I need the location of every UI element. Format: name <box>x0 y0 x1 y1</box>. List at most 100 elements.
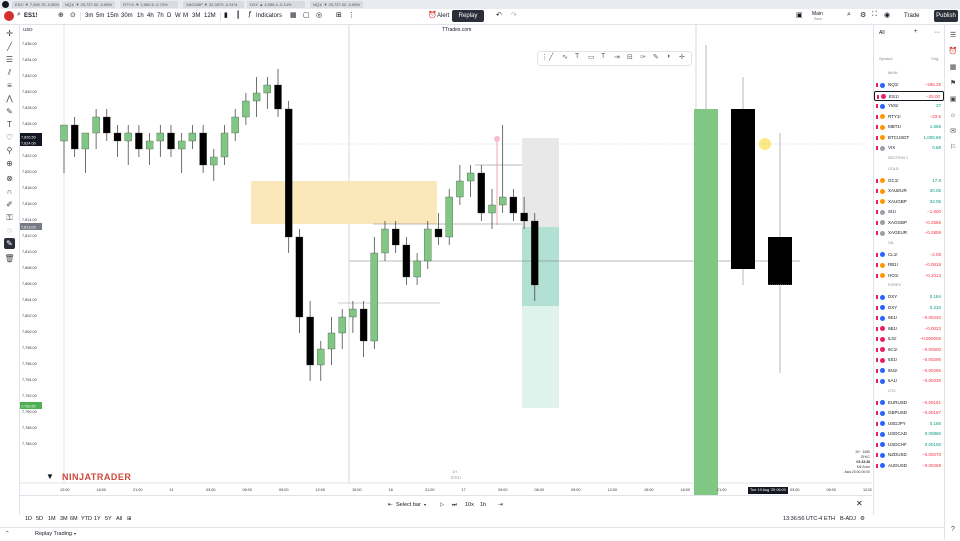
notifications-icon[interactable]: ⚐ <box>948 143 958 153</box>
watchlist-row[interactable]: USDJPY 0.166 <box>874 419 944 429</box>
watchlist-row[interactable]: MBT1! 1,665 <box>874 122 944 132</box>
text-icon[interactable]: T <box>4 119 15 130</box>
watchlist-row[interactable]: HO1! −0.2013 <box>874 271 944 281</box>
watchlist-row[interactable]: ES1! −25.00 <box>874 90 944 101</box>
tab-2[interactable]: RTY1! ▼ 2,560.6 -0.74% <box>120 1 178 8</box>
flag-icon[interactable] <box>876 104 878 108</box>
range-1m[interactable]: 1M <box>48 514 56 524</box>
flag-icon[interactable] <box>876 263 878 267</box>
watchlist-row[interactable]: XAGGBP −0.2565 <box>874 218 944 228</box>
watchlist-row[interactable]: 6S1! −0.00295 <box>874 355 944 365</box>
flag-icon[interactable] <box>876 337 878 341</box>
zoom-icon[interactable]: ⊕ <box>4 158 15 169</box>
templates-icon[interactable]: ▦ <box>290 11 297 19</box>
chart-canvas[interactable]: 7,836.00 7,834.00 7,832.00 7,830.00 7,828.00… <box>20 25 872 495</box>
bar-chart-type-icon[interactable]: ▮ <box>224 11 228 19</box>
data-window-icon[interactable]: ▦ <box>948 63 958 73</box>
replay-speed[interactable]: 10x <box>465 500 474 510</box>
stay-drawing-icon[interactable]: ✐ <box>4 199 15 210</box>
adjustment-toggle[interactable]: B-ADJ <box>840 514 856 524</box>
flag-icon[interactable] <box>876 146 878 150</box>
ruler-tool-icon[interactable]: ⊟ <box>627 53 633 61</box>
watchlist-row[interactable]: EURUSD −0.00181 <box>874 398 944 408</box>
watchlist-row[interactable]: NQ1! −265.25 <box>874 80 944 90</box>
flag-icon[interactable] <box>876 295 878 299</box>
line-tool-icon[interactable]: ╱ <box>549 53 553 61</box>
undo-icon[interactable]: ↶ <box>496 11 502 19</box>
settings-icon[interactable]: ⚙ <box>860 11 866 19</box>
layout-save[interactable]: Save <box>814 15 822 24</box>
interval-m[interactable]: M <box>183 12 188 21</box>
session-type[interactable]: ETH <box>824 514 835 524</box>
flag-icon[interactable] <box>876 252 878 257</box>
interval-15m[interactable]: 15m <box>107 12 119 21</box>
watchlist-row[interactable]: RB1! −0.0818 <box>874 260 944 270</box>
replay-interval[interactable]: 1h <box>480 500 486 510</box>
tab-1[interactable]: NQ1! ▼ 25,727.00 -0.86% <box>62 1 115 8</box>
range-3m[interactable]: 3M <box>60 514 68 524</box>
range-1d[interactable]: 1D <box>25 514 32 524</box>
measure-icon[interactable]: ⚲ <box>4 145 15 156</box>
heart-icon[interactable]: ♡ <box>4 132 15 143</box>
watchlist-row[interactable]: XAUGBP 32.05 <box>874 197 944 207</box>
flag-icon[interactable] <box>876 305 878 310</box>
interval-1h[interactable]: 1h <box>137 12 144 21</box>
watchlist-row[interactable]: RTY1! −23.6 <box>874 112 944 122</box>
trade-button[interactable]: Trade <box>904 12 919 21</box>
brush-icon[interactable]: ✎ <box>4 106 15 117</box>
range-ytd[interactable]: YTD <box>81 514 92 524</box>
compare-overlay-icon[interactable]: ◎ <box>316 11 322 19</box>
text-tool-icon[interactable]: T <box>575 53 579 60</box>
hide-icon[interactable]: ◌ <box>4 225 15 236</box>
jump-to-realtime-icon[interactable]: ⇥ <box>498 500 503 510</box>
watchlist-row[interactable]: 6B1! −0.0023 <box>874 324 944 334</box>
trend-line-icon[interactable]: ╱ <box>4 41 15 52</box>
curve-tool-icon[interactable]: ∿ <box>562 53 568 61</box>
add-symbol-icon[interactable]: ⊕ <box>58 11 64 19</box>
watchlist-add-icon[interactable]: + <box>914 29 918 35</box>
candle-type-icon[interactable]: ┃ <box>236 11 240 19</box>
flag-icon[interactable] <box>876 114 878 119</box>
replay-button[interactable]: Replay <box>452 10 484 22</box>
crosshair-icon[interactable]: ✛ <box>4 28 15 39</box>
alerts-icon[interactable]: ⏰ <box>948 47 958 57</box>
flag-icon[interactable] <box>876 400 878 405</box>
chart-pane[interactable]: USD TTrades.com 7,836.00 7,834.00 7,832.00… <box>20 25 872 495</box>
flag-icon[interactable] <box>876 432 878 436</box>
tab-0[interactable]: ES1! ▼ 7,590.75 -0.85% <box>12 1 60 8</box>
select-bar-icon[interactable]: ⇤ <box>388 500 393 510</box>
active-tool-icon[interactable]: ✎ <box>4 238 15 249</box>
watchlist-section[interactable]: FOREX <box>888 281 901 289</box>
watchlist-header[interactable]: All <box>879 30 885 36</box>
watchlist-section[interactable]: OTC <box>888 387 896 395</box>
flag-icon[interactable] <box>876 379 878 383</box>
watchlist-row[interactable]: DXY 0.210 <box>874 303 944 313</box>
flag-icon[interactable] <box>876 135 878 140</box>
interval-7h[interactable]: 7h <box>157 12 164 21</box>
calendar-icon[interactable]: ▣ <box>948 95 958 105</box>
publish-button[interactable]: Publish <box>934 10 958 22</box>
watchlist-row[interactable]: 6E1! −0.00240 <box>874 313 944 323</box>
range-5y[interactable]: 5Y <box>105 514 112 524</box>
flag-icon[interactable] <box>876 442 878 447</box>
chat-icon[interactable]: ✉ <box>948 127 958 137</box>
flag-icon[interactable] <box>876 326 878 331</box>
step-forward-icon[interactable]: ⏭ <box>452 500 457 510</box>
fullscreen-icon[interactable]: ⛶ <box>872 11 877 19</box>
interval-30m[interactable]: 30m <box>121 12 133 21</box>
interval-3m[interactable]: 3m <box>85 12 93 21</box>
watchlist-row[interactable]: VIX 0.68 <box>874 143 944 153</box>
interval-5m[interactable]: 5m <box>96 12 104 21</box>
watchlist-menu-icon[interactable]: ⋯ <box>934 29 940 36</box>
scale-settings-icon[interactable]: ⚙ <box>860 514 865 524</box>
lock-drawings-icon[interactable]: ⚿ <box>4 212 15 223</box>
flag-icon[interactable] <box>876 231 878 235</box>
magnet-icon[interactable]: ∩ <box>4 186 15 197</box>
collapse-icon[interactable]: ⌃ <box>5 529 10 539</box>
clock-time[interactable]: 13:36:56 UTC-4 <box>783 514 822 524</box>
more-icon[interactable]: ⋮ <box>348 11 355 19</box>
capture-icon[interactable]: ⊞ <box>336 11 342 19</box>
date-range-icon[interactable]: ⊞ <box>127 514 132 524</box>
watchlist-icon[interactable]: ☰ <box>948 31 958 41</box>
highlighter-tool-icon[interactable]: ◑ <box>666 53 670 60</box>
